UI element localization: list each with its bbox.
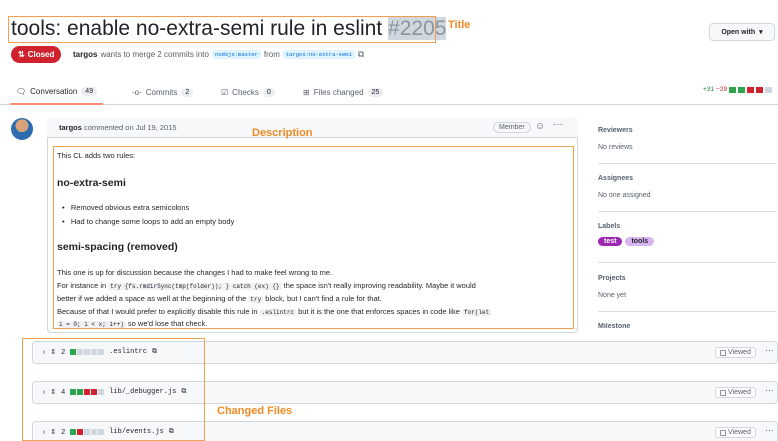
status-label: Closed xyxy=(27,50,55,59)
reviewers-heading[interactable]: Reviewers xyxy=(598,127,633,134)
author-link[interactable]: targos xyxy=(73,50,97,59)
projects-value: None yet xyxy=(598,292,627,299)
chevron-down-icon: ▾ xyxy=(759,29,763,36)
emoji-reaction-icon[interactable]: ☺ xyxy=(535,121,545,132)
paragraph: For instance in try {fs.rmdirSync(tmp(fo… xyxy=(57,281,476,290)
comment-timestamp: commented on Jul 19, 2015 xyxy=(84,123,177,132)
heading-no-extra-semi: no-extra-semi xyxy=(57,177,126,189)
file-menu-icon[interactable]: ··· xyxy=(765,345,774,355)
tab-files-changed[interactable]: ⊞ Files changed 25 xyxy=(303,79,384,105)
head-branch[interactable]: targos:no-extra-semi xyxy=(282,50,355,59)
member-badge: Member xyxy=(493,122,531,133)
paragraph: Because of that I would prefer to explic… xyxy=(57,307,492,316)
from-text: from xyxy=(263,50,280,59)
checks-icon: ☑ xyxy=(221,87,229,97)
comment-author[interactable]: targos xyxy=(59,123,82,132)
labels-list: test tools xyxy=(598,237,655,246)
assignees-value: No one assigned xyxy=(598,192,651,199)
comment-intro: This CL adds two rules: xyxy=(57,151,136,160)
viewed-checkbox[interactable]: Viewed xyxy=(715,347,756,358)
tab-count: 0 xyxy=(262,87,275,97)
description-annotation-label: Description xyxy=(252,127,313,139)
tab-count: 49 xyxy=(81,86,98,96)
pr-closed-icon: ⇅ xyxy=(18,50,25,59)
base-branch[interactable]: nodejs:master xyxy=(211,50,261,59)
paragraph: i = 0; i < x; i++) so we'd lose that che… xyxy=(57,319,208,328)
pr-tabs: 🗨 Conversation 49 -o- Commits 2 ☑ Checks… xyxy=(0,79,778,105)
deletions-count: −29 xyxy=(716,86,728,93)
divider xyxy=(598,311,776,312)
tab-label: Conversation xyxy=(30,86,78,96)
projects-heading[interactable]: Projects xyxy=(598,275,626,282)
tab-label: Files changed xyxy=(313,87,364,97)
avatar[interactable] xyxy=(11,118,33,140)
reviewers-value: No reviews xyxy=(598,144,633,151)
title-annotation-box xyxy=(8,16,436,43)
merge-text: wants to merge 2 commits into xyxy=(100,50,209,59)
tab-conversation[interactable]: 🗨 Conversation 49 xyxy=(10,79,104,105)
title-annotation-label: Title xyxy=(448,19,471,31)
tab-count: 25 xyxy=(367,87,384,97)
tab-label: Commits xyxy=(145,87,178,97)
file-diff-icon: ⊞ xyxy=(303,87,310,97)
open-with-button[interactable]: Open with ▾ xyxy=(709,23,775,41)
divider xyxy=(598,211,776,212)
label-tools[interactable]: tools xyxy=(625,237,655,246)
label-test[interactable]: test xyxy=(598,237,623,246)
paragraph: better if we added a space as well at th… xyxy=(57,294,382,303)
divider xyxy=(598,163,776,164)
tab-count: 2 xyxy=(181,87,194,97)
commit-icon: -o- xyxy=(132,87,142,97)
file-menu-icon[interactable]: ··· xyxy=(765,385,774,395)
open-with-label: Open with xyxy=(721,28,756,36)
paragraph: This one is up for discussion because th… xyxy=(57,268,333,277)
comment-icon: 🗨 xyxy=(16,86,27,96)
divider xyxy=(598,262,776,263)
additions-count: +31 xyxy=(703,86,715,93)
tab-checks[interactable]: ☑ Checks 0 xyxy=(221,79,275,105)
pr-meta: targos wants to merge 2 commits into nod… xyxy=(73,49,364,60)
status-badge: ⇅ Closed xyxy=(11,46,62,63)
assignees-heading[interactable]: Assignees xyxy=(598,175,633,182)
heading-semi-spacing: semi-spacing (removed) xyxy=(57,241,178,253)
list-item: • Had to change some loops to add an emp… xyxy=(62,217,235,226)
viewed-checkbox[interactable]: Viewed xyxy=(715,427,756,438)
comment-menu-icon[interactable]: ··· xyxy=(553,119,563,130)
changed-files-annotation-label: Changed Files xyxy=(217,405,293,417)
list-item: • Removed obvious extra semicolons xyxy=(62,203,190,212)
changed-files-annotation-box xyxy=(22,338,205,441)
copy-icon[interactable]: ⧉ xyxy=(358,49,364,60)
diffstat: +31 −29 xyxy=(703,86,773,93)
tab-commits[interactable]: -o- Commits 2 xyxy=(132,79,194,105)
labels-heading[interactable]: Labels xyxy=(598,223,620,230)
file-menu-icon[interactable]: ··· xyxy=(765,425,774,435)
tab-label: Checks xyxy=(232,87,259,97)
milestone-heading[interactable]: Milestone xyxy=(598,323,630,328)
comment-author-line: targos commented on Jul 19, 2015 xyxy=(59,123,177,132)
viewed-checkbox[interactable]: Viewed xyxy=(715,387,756,398)
